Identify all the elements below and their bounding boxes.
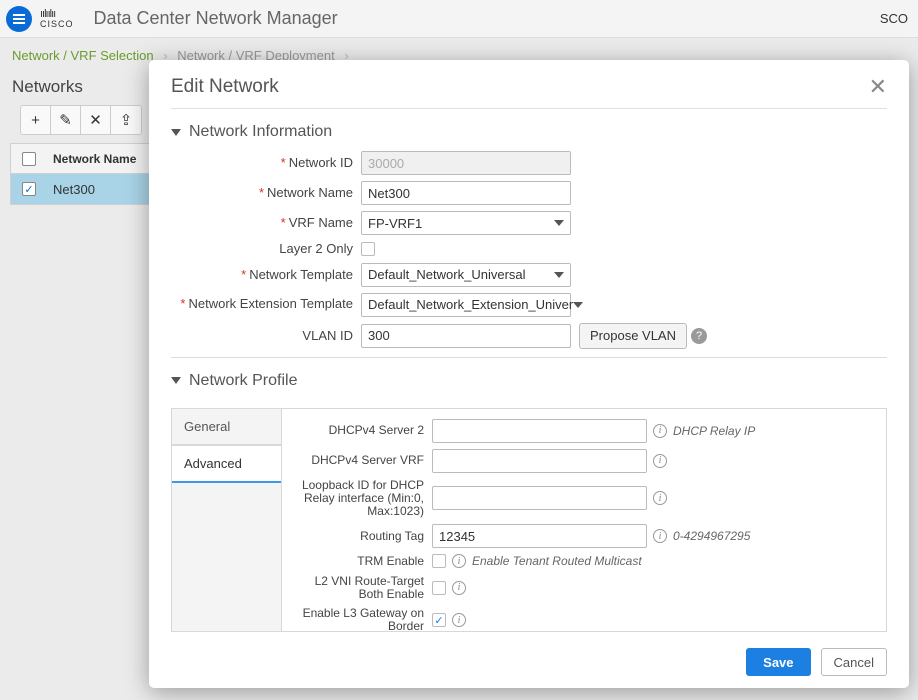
ext-template-label: Network Extension Template xyxy=(188,296,353,311)
network-id-field xyxy=(361,151,571,175)
info-icon[interactable]: i xyxy=(452,554,466,568)
chevron-down-icon xyxy=(573,302,583,308)
chevron-down-icon xyxy=(554,272,564,278)
collapse-icon xyxy=(171,129,181,136)
save-button[interactable]: Save xyxy=(746,648,810,676)
profile-tabpane: DHCPv4 Server 2 i DHCP Relay IP DHCPv4 S… xyxy=(281,408,887,632)
vrf-name-select[interactable]: FP-VRF1 xyxy=(361,211,571,235)
routing-tag-hint: 0-4294967295 xyxy=(673,529,750,543)
grid-toolbar: + ✎ ✕ ⇪ xyxy=(20,105,142,135)
l2vni-label: L2 VNI Route-Target Both Enable xyxy=(315,574,424,601)
dhcpv4-vrf-field[interactable] xyxy=(432,449,647,473)
close-icon[interactable]: ✕ xyxy=(869,76,887,98)
network-template-select[interactable]: Default_Network_Universal xyxy=(361,263,571,287)
network-id-label: Network ID xyxy=(289,155,353,170)
routing-tag-label: Routing Tag xyxy=(360,529,424,543)
l2vni-checkbox[interactable] xyxy=(432,581,446,595)
l3gw-label: Enable L3 Gateway on Border xyxy=(303,606,424,632)
dhcpv4-server2-field[interactable] xyxy=(432,419,647,443)
vlan-id-label: VLAN ID xyxy=(302,328,353,343)
vlan-id-field[interactable] xyxy=(361,324,571,348)
add-button[interactable]: + xyxy=(21,106,51,134)
select-all-checkbox[interactable] xyxy=(22,152,36,166)
network-name-field[interactable] xyxy=(361,181,571,205)
chevron-down-icon xyxy=(554,220,564,226)
network-name-label: Network Name xyxy=(267,185,353,200)
brand-logo: ıılıılıı CISCO xyxy=(40,8,84,28)
routing-tag-field[interactable] xyxy=(432,524,647,548)
collapse-icon xyxy=(171,377,181,384)
tab-general[interactable]: General xyxy=(172,409,281,445)
trm-label: TRM Enable xyxy=(357,554,424,568)
network-template-label: Network Template xyxy=(249,267,353,282)
app-title: Data Center Network Manager xyxy=(94,8,338,29)
info-icon[interactable]: i xyxy=(452,581,466,595)
cancel-button[interactable]: Cancel xyxy=(821,648,887,676)
layer2-checkbox[interactable] xyxy=(361,242,375,256)
vrf-name-label: VRF Name xyxy=(289,215,353,230)
propose-vlan-button[interactable]: Propose VLAN xyxy=(579,323,687,349)
info-icon[interactable]: i xyxy=(653,529,667,543)
info-icon[interactable]: i xyxy=(653,454,667,468)
trm-checkbox[interactable] xyxy=(432,554,446,568)
info-icon[interactable]: i xyxy=(653,491,667,505)
modal-title: Edit Network xyxy=(171,76,279,98)
app-header: ıılıılıı CISCO Data Center Network Manag… xyxy=(0,0,918,38)
ext-template-select[interactable]: Default_Network_Extension_Univer xyxy=(361,293,571,317)
dhcpv4-server2-label: DHCPv4 Server 2 xyxy=(329,423,424,437)
info-icon[interactable]: i xyxy=(653,424,667,438)
edit-network-modal: Edit Network ✕ Network Information *Netw… xyxy=(149,60,909,688)
info-icon[interactable]: i xyxy=(452,613,466,627)
export-button[interactable]: ⇪ xyxy=(111,106,141,134)
l3gw-checkbox[interactable] xyxy=(432,613,446,627)
user-label: SCO xyxy=(880,11,918,26)
loopback-field[interactable] xyxy=(432,486,647,510)
help-icon[interactable]: ? xyxy=(691,328,707,344)
dhcpv4-vrf-label: DHCPv4 Server VRF xyxy=(311,453,424,467)
loopback-label: Loopback ID for DHCP Relay interface (Mi… xyxy=(302,478,424,518)
breadcrumb-item-1[interactable]: Network / VRF Selection xyxy=(12,48,154,63)
profile-tabs: General Advanced xyxy=(171,408,281,632)
dhcpv4-server2-hint: DHCP Relay IP xyxy=(673,424,755,438)
trm-hint: Enable Tenant Routed Multicast xyxy=(472,554,642,568)
network-info-section-title[interactable]: Network Information xyxy=(171,123,887,141)
layer2-label: Layer 2 Only xyxy=(279,241,353,256)
edit-button[interactable]: ✎ xyxy=(51,106,81,134)
tab-advanced[interactable]: Advanced xyxy=(172,445,281,483)
delete-button[interactable]: ✕ xyxy=(81,106,111,134)
network-profile-section-title[interactable]: Network Profile xyxy=(171,372,887,390)
row-checkbox[interactable] xyxy=(22,182,36,196)
menu-icon[interactable] xyxy=(6,6,32,32)
